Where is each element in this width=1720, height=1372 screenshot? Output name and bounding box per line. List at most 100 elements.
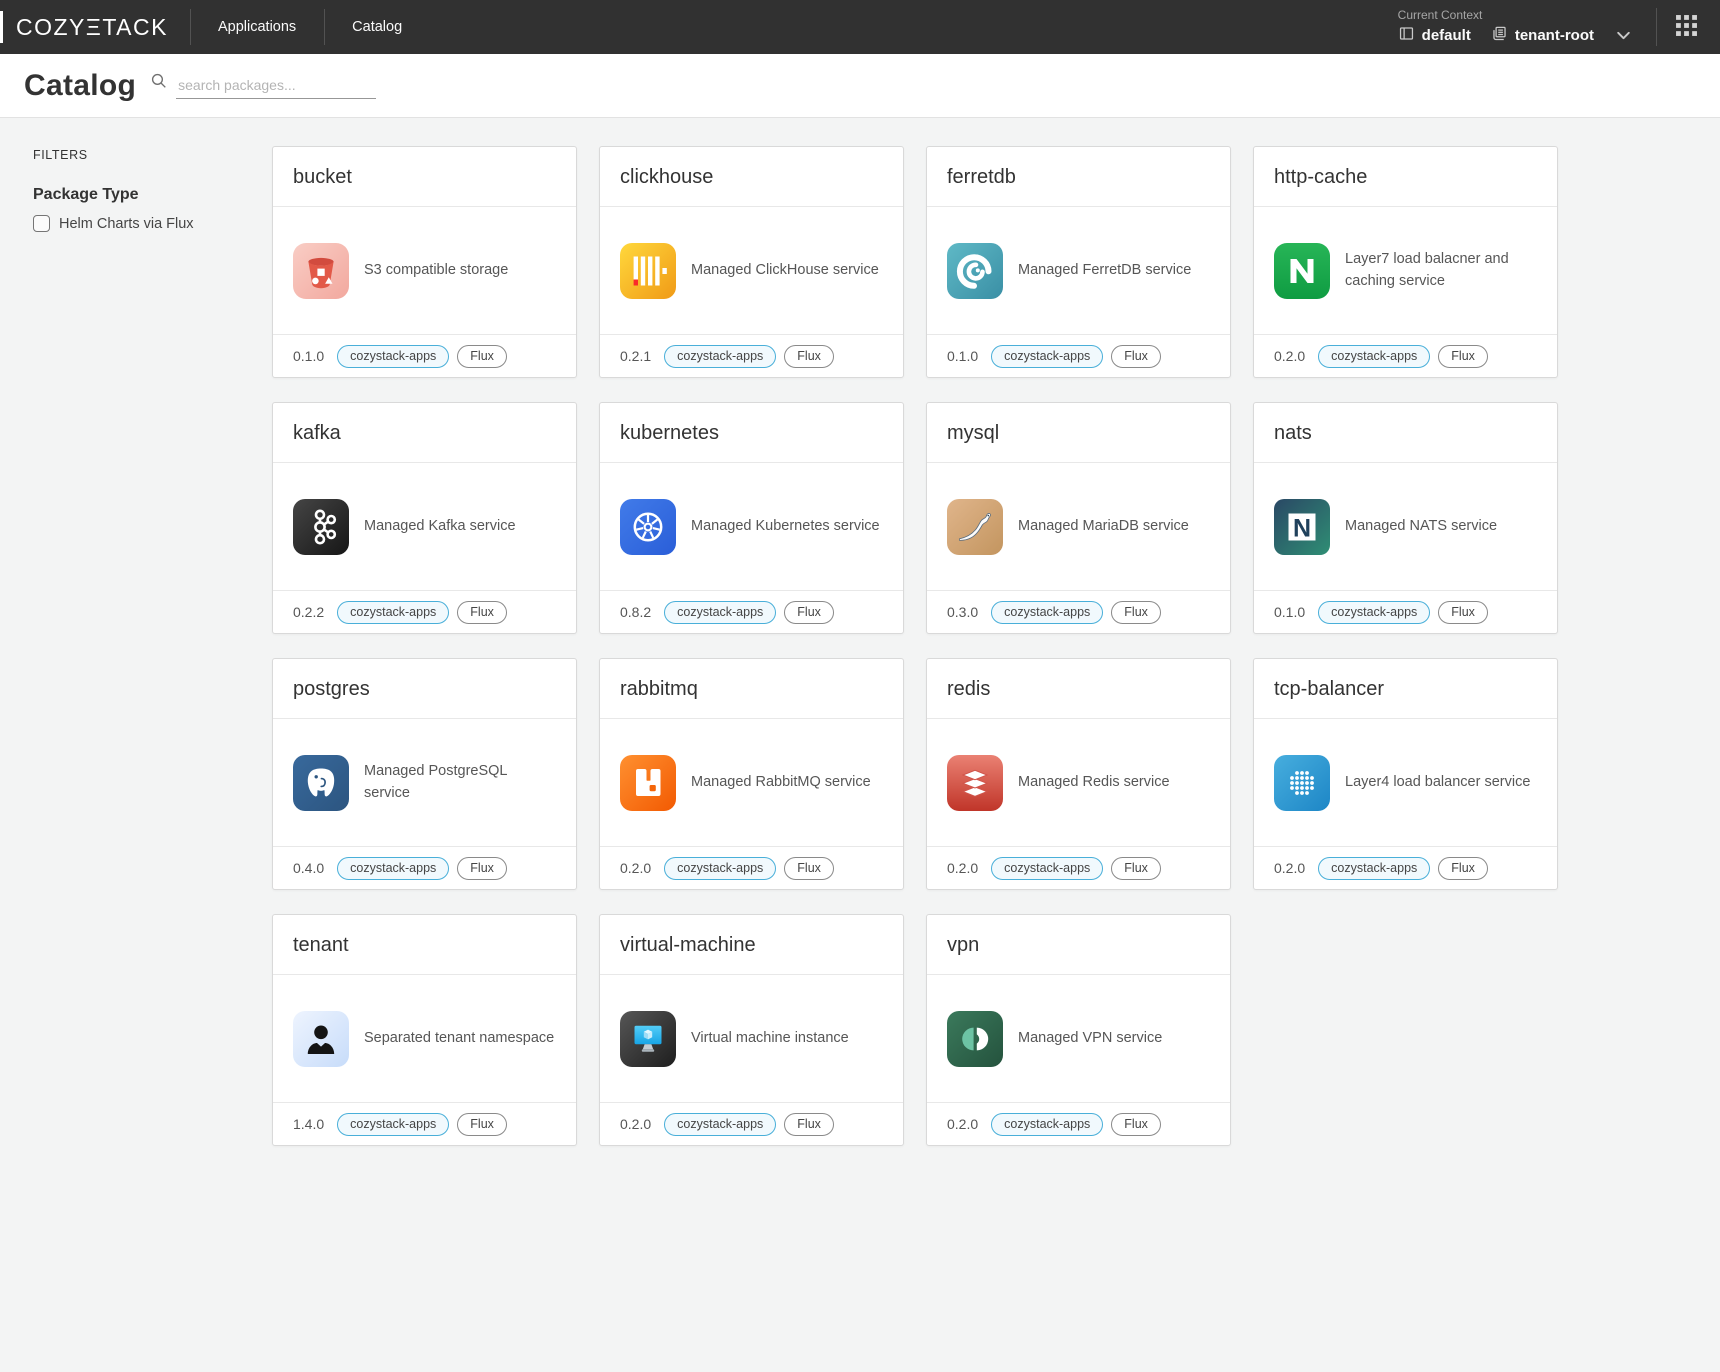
postgresql-elephant-icon (293, 755, 349, 811)
tag-flux[interactable]: Flux (784, 345, 834, 368)
tag-cozystack-apps[interactable]: cozystack-apps (991, 601, 1103, 624)
card-redis[interactable]: redis Managed Redis service 0.2.0 cozyst… (926, 658, 1231, 890)
card-http-cache[interactable]: http-cache Layer7 load balacner and cach… (1253, 146, 1558, 378)
tag-flux[interactable]: Flux (1111, 857, 1161, 880)
card-tags: cozystack-apps Flux (337, 1113, 507, 1136)
card-rabbitmq[interactable]: rabbitmq Managed RabbitMQ service 0.2.0 … (599, 658, 904, 890)
tag-cozystack-apps[interactable]: cozystack-apps (337, 857, 449, 880)
card-vpn[interactable]: vpn Managed VPN service 0.2.0 cozystack-… (926, 914, 1231, 1146)
tag-flux[interactable]: Flux (457, 1113, 507, 1136)
card-title: virtual-machine (600, 915, 903, 975)
card-tags: cozystack-apps Flux (991, 345, 1161, 368)
tag-flux[interactable]: Flux (457, 601, 507, 624)
card-title: bucket (273, 147, 576, 207)
card-description: Managed PostgreSQL service (364, 761, 556, 803)
nats-icon: N (1274, 499, 1330, 555)
card-ferretdb[interactable]: ferretdb Managed FerretDB service 0.1.0 … (926, 146, 1231, 378)
namespace-icon (1491, 25, 1508, 47)
filters-sidebar: FILTERS Package Type Helm Charts via Flu… (33, 146, 272, 1146)
card-description: Layer7 load balacner and caching service (1345, 249, 1537, 291)
tag-flux[interactable]: Flux (784, 601, 834, 624)
context-label: Current Context (1398, 8, 1632, 22)
redis-stack-icon (947, 755, 1003, 811)
filters-heading: FILTERS (33, 148, 272, 162)
card-nats[interactable]: nats N Managed NATS service 0.1.0 cozyst… (1253, 402, 1558, 634)
card-description: S3 compatible storage (364, 260, 508, 281)
card-tcp-balancer[interactable]: tcp-balancer Layer4 load balancer servic… (1253, 658, 1558, 890)
card-bucket[interactable]: bucket S3 compatible storage 0.1.0 cozys… (272, 146, 577, 378)
card-mysql[interactable]: mysql Managed MariaDB service 0.3.0 cozy… (926, 402, 1231, 634)
card-kubernetes[interactable]: kubernetes Managed Kubernetes service 0.… (599, 402, 904, 634)
context-selector[interactable]: default tenant-root (1398, 25, 1632, 47)
tag-flux[interactable]: Flux (1438, 601, 1488, 624)
card-version: 0.2.0 (947, 1116, 978, 1132)
card-tags: cozystack-apps Flux (1318, 601, 1488, 624)
search-input[interactable] (176, 73, 376, 99)
ferretdb-icon (947, 243, 1003, 299)
card-title: redis (927, 659, 1230, 719)
tag-flux[interactable]: Flux (457, 345, 507, 368)
card-version: 0.2.0 (1274, 348, 1305, 364)
top-navbar: COZYΞTACK Applications Catalog Current C… (0, 0, 1720, 54)
card-description: Managed FerretDB service (1018, 260, 1191, 281)
card-title: kafka (273, 403, 576, 463)
nav-divider (1656, 8, 1657, 46)
app-logo[interactable]: COZYΞTACK (0, 14, 190, 41)
tag-cozystack-apps[interactable]: cozystack-apps (337, 601, 449, 624)
card-tags: cozystack-apps Flux (991, 857, 1161, 880)
card-virtual-machine[interactable]: virtual-machine Virtual machine instance… (599, 914, 904, 1146)
nav-catalog[interactable]: Catalog (324, 0, 430, 54)
nginx-icon (1274, 243, 1330, 299)
tag-cozystack-apps[interactable]: cozystack-apps (664, 345, 776, 368)
main-nav: Applications Catalog (190, 0, 430, 54)
card-postgres[interactable]: postgres Managed PostgreSQL service 0.4.… (272, 658, 577, 890)
card-tenant[interactable]: tenant Separated tenant namespace 1.4.0 … (272, 914, 577, 1146)
current-context: Current Context default tenant-root (1398, 8, 1632, 47)
tag-flux[interactable]: Flux (457, 857, 507, 880)
card-description: Managed VPN service (1018, 1028, 1162, 1049)
card-description: Managed Kubernetes service (691, 516, 880, 537)
load-balancer-dots-icon (1274, 755, 1330, 811)
tag-cozystack-apps[interactable]: cozystack-apps (1318, 345, 1430, 368)
card-version: 0.8.2 (620, 604, 651, 620)
helm-flux-checkbox[interactable] (33, 215, 50, 232)
tag-cozystack-apps[interactable]: cozystack-apps (664, 1113, 776, 1136)
card-clickhouse[interactable]: clickhouse Managed ClickHouse service 0.… (599, 146, 904, 378)
clickhouse-icon (620, 243, 676, 299)
card-title: postgres (273, 659, 576, 719)
tag-flux[interactable]: Flux (784, 857, 834, 880)
cluster-icon (1398, 25, 1415, 47)
nav-applications[interactable]: Applications (190, 0, 324, 54)
tag-cozystack-apps[interactable]: cozystack-apps (991, 1113, 1103, 1136)
tag-cozystack-apps[interactable]: cozystack-apps (337, 345, 449, 368)
app-launcher-button[interactable] (1675, 14, 1720, 40)
tag-flux[interactable]: Flux (1111, 601, 1161, 624)
card-description: Managed NATS service (1345, 516, 1497, 537)
card-tags: cozystack-apps Flux (664, 857, 834, 880)
card-title: rabbitmq (600, 659, 903, 719)
tag-flux[interactable]: Flux (784, 1113, 834, 1136)
chevron-down-icon[interactable] (1615, 27, 1632, 44)
card-description: Managed Kafka service (364, 516, 516, 537)
tag-cozystack-apps[interactable]: cozystack-apps (1318, 857, 1430, 880)
card-kafka[interactable]: kafka Managed Kafka service 0.2.2 cozyst… (272, 402, 577, 634)
tag-cozystack-apps[interactable]: cozystack-apps (664, 601, 776, 624)
tag-flux[interactable]: Flux (1438, 857, 1488, 880)
tag-cozystack-apps[interactable]: cozystack-apps (1318, 601, 1430, 624)
package-type-title: Package Type (33, 186, 272, 204)
tag-flux[interactable]: Flux (1111, 345, 1161, 368)
card-title: http-cache (1254, 147, 1557, 207)
card-description: Managed MariaDB service (1018, 516, 1189, 537)
tag-cozystack-apps[interactable]: cozystack-apps (991, 857, 1103, 880)
card-tags: cozystack-apps Flux (1318, 345, 1488, 368)
tag-flux[interactable]: Flux (1438, 345, 1488, 368)
tag-flux[interactable]: Flux (1111, 1113, 1161, 1136)
card-tags: cozystack-apps Flux (991, 601, 1161, 624)
tag-cozystack-apps[interactable]: cozystack-apps (337, 1113, 449, 1136)
helm-flux-label: Helm Charts via Flux (59, 216, 194, 232)
card-version: 0.2.0 (620, 860, 651, 876)
tag-cozystack-apps[interactable]: cozystack-apps (991, 345, 1103, 368)
card-version: 1.4.0 (293, 1116, 324, 1132)
tag-cozystack-apps[interactable]: cozystack-apps (664, 857, 776, 880)
card-description: Separated tenant namespace (364, 1028, 554, 1049)
